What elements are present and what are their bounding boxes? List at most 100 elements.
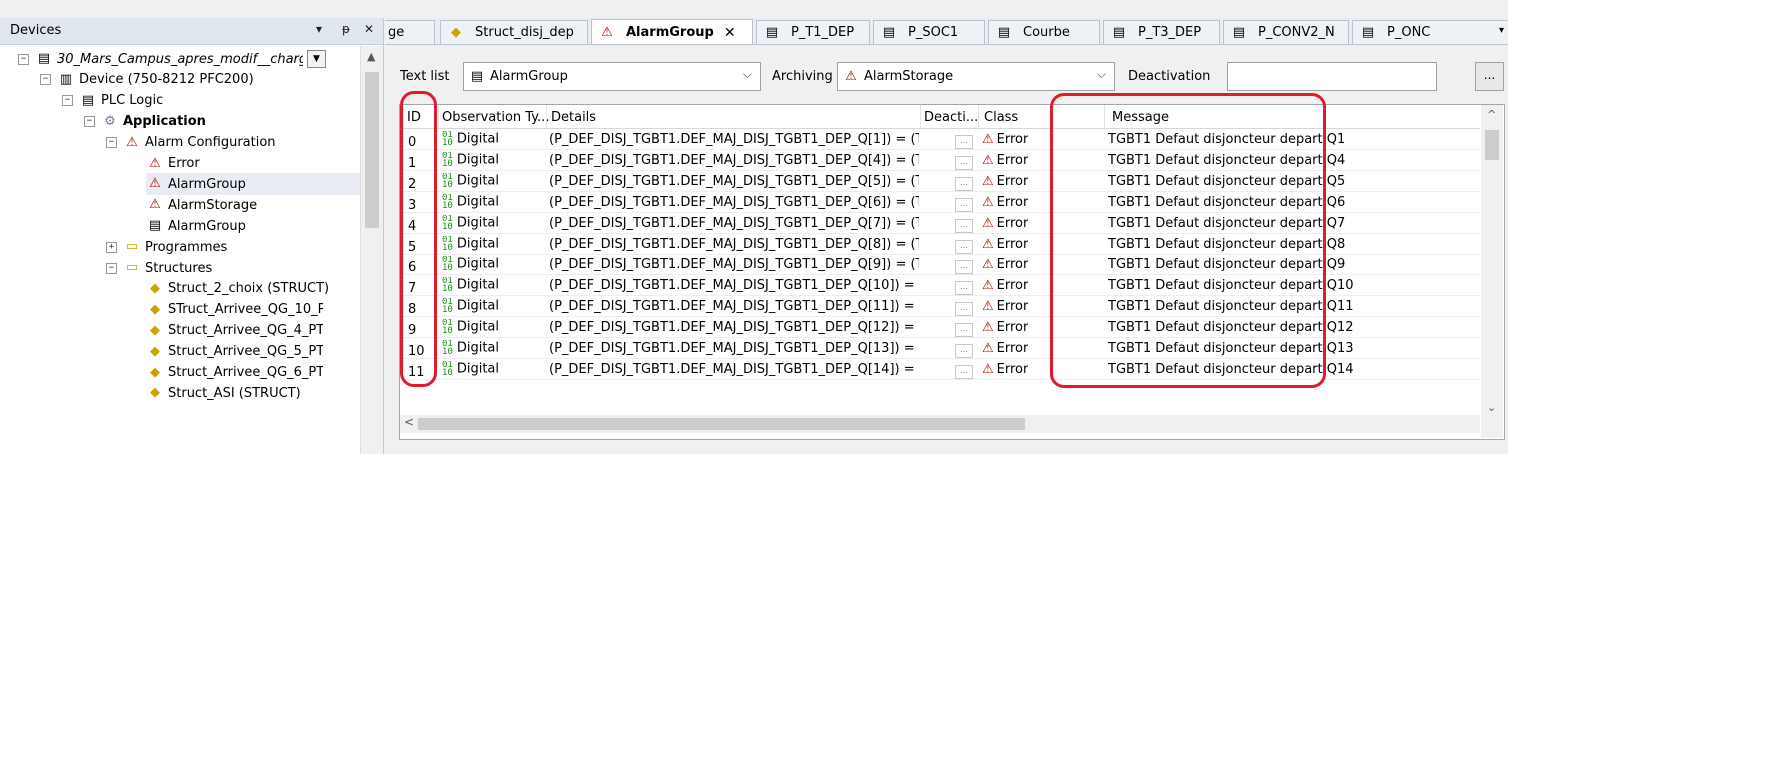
alarm-details[interactable]: (P_DEF_DISJ_TGBT1.DEF_MAJ_DISJ_TGBT1_DEP…	[549, 153, 919, 168]
deactivation-browse-button[interactable]: ...	[1475, 62, 1504, 91]
deactivation-browse-button[interactable]: ...	[955, 135, 973, 149]
alarm-class-cell[interactable]: ⚠ Error	[982, 216, 1028, 231]
observation-type-cell[interactable]: 01 10 Digital	[442, 319, 499, 335]
tab-alarmgroup[interactable]: ⚠ AlarmGroup ✕	[591, 19, 753, 44]
alarm-class-cell[interactable]: ⚠ Error	[982, 257, 1028, 272]
deactivation-browse-button[interactable]: ...	[955, 239, 973, 254]
vertical-scroll-thumb[interactable]	[1485, 130, 1499, 160]
column-separator[interactable]	[438, 105, 439, 128]
tree-node[interactable]: −▤ 30_Mars_Campus_apres_modif__charge_dec…	[18, 48, 326, 70]
deactivation-browse-button[interactable]: ...	[955, 218, 973, 233]
tab-p-soc1[interactable]: ▤ P_SOC1	[873, 20, 985, 44]
alarm-class-cell[interactable]: ⚠ Error	[982, 362, 1028, 377]
alarm-details[interactable]: (P_DEF_DISJ_TGBT1.DEF_MAJ_DISJ_TGBT1_DEP…	[549, 299, 919, 314]
alarm-class-cell[interactable]: ⚠ Error	[982, 237, 1028, 252]
text-list-combobox[interactable]: ▤ AlarmGroup ⌵	[463, 62, 761, 91]
alarm-details[interactable]: (P_DEF_DISJ_TGBT1.DEF_MAJ_DISJ_TGBT1_DEP…	[549, 257, 919, 272]
tree-node[interactable]: ▤ AlarmGroup	[146, 215, 246, 237]
tree-node[interactable]: + ▭ Programmes	[106, 236, 227, 258]
collapse-icon[interactable]: −	[40, 74, 51, 86]
alarm-details[interactable]: (P_DEF_DISJ_TGBT1.DEF_MAJ_DISJ_TGBT1_DEP…	[549, 278, 919, 293]
column-separator[interactable]	[978, 105, 979, 128]
observation-type-cell[interactable]: 01 10 Digital	[442, 256, 499, 272]
tab-ge[interactable]: ge	[385, 20, 435, 44]
pin-icon[interactable]: ᵽ	[342, 22, 350, 36]
alarm-class-cell[interactable]: ⚠ Error	[982, 153, 1028, 168]
archiving-combobox[interactable]: ⚠ AlarmStorage ⌵	[837, 62, 1115, 91]
scroll-up-icon[interactable]: ▲	[367, 50, 375, 63]
tree-node[interactable]: ◆ Struct_2_choix (STRUCT)	[146, 278, 329, 300]
deactivation-input[interactable]	[1227, 62, 1437, 91]
tree-node[interactable]: ◆ Struct_ASI (STRUCT)	[146, 382, 301, 404]
deactivation-browse-button[interactable]: ...	[955, 364, 973, 379]
collapse-icon[interactable]: −	[106, 262, 117, 274]
alarm-details[interactable]: (P_DEF_DISJ_TGBT1.DEF_MAJ_DISJ_TGBT1_DEP…	[549, 341, 919, 356]
project-dropdown-icon[interactable]: ▼	[307, 50, 326, 68]
tree-node[interactable]: − ▥ Device (750-8212 PFC200)	[40, 69, 254, 91]
observation-type-cell[interactable]: 01 10 Digital	[442, 194, 499, 210]
column-header[interactable]: Deacti...	[924, 110, 978, 125]
scroll-up-icon[interactable]: ^	[1487, 108, 1496, 121]
alarm-details[interactable]: (P_DEF_DISJ_TGBT1.DEF_MAJ_DISJ_TGBT1_DEP…	[549, 195, 919, 210]
alarm-details[interactable]: (P_DEF_DISJ_TGBT1.DEF_MAJ_DISJ_TGBT1_DEP…	[549, 320, 919, 335]
deactivation-browse-button[interactable]: ...	[955, 155, 973, 170]
vertical-scrollbar[interactable]: ^ ⌄	[1481, 105, 1503, 438]
column-header[interactable]: Class	[984, 110, 1018, 125]
collapse-icon[interactable]: −	[18, 53, 29, 65]
tree-node[interactable]: ◆ STruct_Arrivee_QG_10_PTS (	[146, 299, 323, 321]
alarm-class-cell[interactable]: ⚠ Error	[982, 320, 1028, 335]
tree-node[interactable]: − ▤ PLC Logic	[62, 90, 163, 112]
alarm-details[interactable]: (P_DEF_DISJ_TGBT1.DEF_MAJ_DISJ_TGBT1_DEP…	[549, 174, 919, 189]
alarm-class-cell[interactable]: ⚠ Error	[982, 195, 1028, 210]
observation-type-cell[interactable]: 01 10 Digital	[442, 277, 499, 293]
deactivation-browse-button[interactable]: ...	[955, 323, 973, 338]
horizontal-scroll-thumb[interactable]	[418, 418, 1025, 430]
observation-type-cell[interactable]: 01 10 Digital	[442, 340, 499, 356]
alarm-class-cell[interactable]: ⚠ Error	[982, 299, 1028, 314]
collapse-icon[interactable]: −	[84, 116, 95, 128]
alarm-class-cell[interactable]: ⚠ Error	[982, 174, 1028, 189]
tree-scrollbar[interactable]: ▲	[360, 46, 383, 454]
tree-node[interactable]: − ⚙ Application	[84, 111, 206, 133]
tree-node[interactable]: ◆ Struct_Arrivee_QG_6_PTS (S	[146, 362, 323, 384]
tab-struct-disj-dep[interactable]: ◆ Struct_disj_dep	[440, 20, 588, 44]
observation-type-cell[interactable]: 01 10 Digital	[442, 236, 499, 252]
tab-courbe[interactable]: ▤ Courbe	[988, 20, 1100, 44]
observation-type-cell[interactable]: 01 10 Digital	[442, 361, 499, 377]
alarm-class-cell[interactable]: ⚠ Error	[982, 132, 1028, 147]
collapse-icon[interactable]: −	[62, 95, 73, 107]
observation-type-cell[interactable]: 01 10 Digital	[442, 131, 499, 147]
deactivation-browse-button[interactable]: ...	[955, 260, 973, 275]
tab-p-conv2-n[interactable]: ▤ P_CONV2_N	[1223, 20, 1349, 44]
close-tab-icon[interactable]: ✕	[724, 25, 736, 41]
tab-list-dropdown-icon[interactable]: ▾	[1499, 25, 1504, 36]
tab-p-t1-dep[interactable]: ▤ P_T1_DEP	[756, 20, 870, 44]
tab-p-t3-dep[interactable]: ▤ P_T3_DEP	[1103, 20, 1220, 44]
tab-p-onc[interactable]: ▤ P_ONC	[1352, 20, 1508, 44]
scroll-thumb[interactable]	[365, 72, 379, 228]
alarm-details[interactable]: (P_DEF_DISJ_TGBT1.DEF_MAJ_DISJ_TGBT1_DEP…	[549, 216, 919, 231]
column-separator[interactable]	[920, 105, 921, 128]
observation-type-cell[interactable]: 01 10 Digital	[442, 152, 499, 168]
scroll-left-icon[interactable]: <	[404, 415, 414, 429]
collapse-icon[interactable]: −	[106, 137, 117, 149]
observation-type-cell[interactable]: 01 10 Digital	[442, 298, 499, 314]
deactivation-browse-button[interactable]: ...	[955, 344, 973, 358]
scroll-down-icon[interactable]: ⌄	[1487, 401, 1496, 414]
expand-icon[interactable]: +	[106, 241, 117, 253]
tree-node[interactable]: ⚠ AlarmStorage	[146, 194, 257, 216]
horizontal-scrollbar[interactable]: <	[400, 415, 1480, 433]
column-separator[interactable]	[546, 105, 547, 128]
tree-node[interactable]: ◆ Struct_Arrivee_QG_4_PTS (S	[146, 320, 323, 342]
column-header[interactable]: Details	[551, 110, 596, 125]
close-panel-icon[interactable]: ✕	[364, 22, 374, 36]
alarm-class-cell[interactable]: ⚠ Error	[982, 341, 1028, 356]
deactivation-browse-button[interactable]: ...	[955, 197, 973, 212]
observation-type-cell[interactable]: 01 10 Digital	[442, 215, 499, 231]
tree-node[interactable]: − ▭ Structures	[106, 257, 212, 279]
observation-type-cell[interactable]: 01 10 Digital	[442, 173, 499, 189]
alarm-details[interactable]: (P_DEF_DISJ_TGBT1.DEF_MAJ_DISJ_TGBT1_DEP…	[549, 237, 919, 252]
tree-node[interactable]: − ⚠ Alarm Configuration	[106, 132, 276, 154]
tree-node[interactable]: ⚠ Error	[146, 153, 200, 175]
tree-node[interactable]: ◆ Struct_Arrivee_QG_5_PTS (S	[146, 341, 323, 363]
